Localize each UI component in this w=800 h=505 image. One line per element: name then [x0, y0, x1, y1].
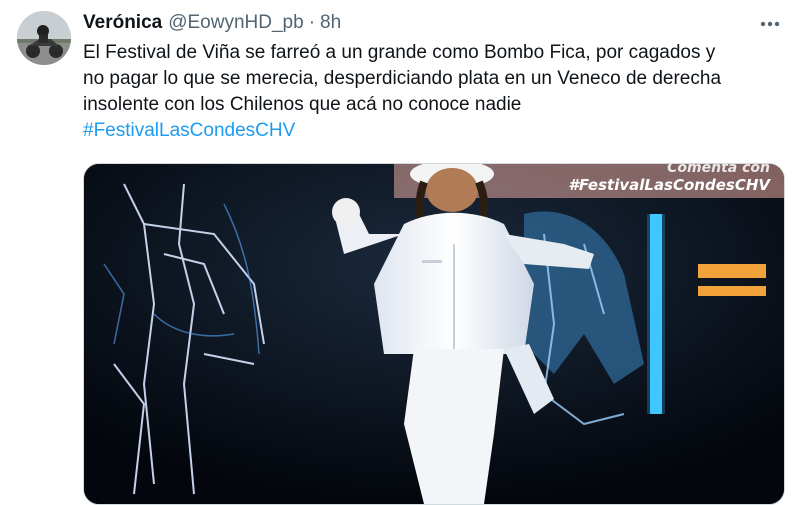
- video-overlay-hashtag: #FestivalLasCondesCHV: [568, 176, 770, 194]
- video-overlay-caption: Comenta con: [667, 163, 770, 176]
- tweet-text-line: El Festival de Viña se farreó a un grand…: [83, 42, 716, 63]
- avatar[interactable]: [17, 11, 71, 65]
- motorcycle-avatar-image: [17, 11, 71, 65]
- tweet-text: El Festival de Viña se farreó a un grand…: [83, 40, 783, 144]
- tweet-text-line: insolente con los Chilenos que acá no co…: [83, 94, 522, 115]
- author-handle[interactable]: @EowynHD_pb: [168, 12, 303, 34]
- more-options-button[interactable]: [758, 12, 782, 36]
- more-horizontal-icon: [760, 21, 780, 27]
- tweet-video[interactable]: Comenta con #FestivalLasCondesCHV: [83, 163, 785, 505]
- video-frame-image: [84, 164, 784, 504]
- tweet-header: Verónica @EowynHD_pb · 8h: [83, 10, 780, 36]
- hashtag-link[interactable]: #FestivalLasCondesCHV: [83, 118, 783, 144]
- tweet-text-line: no pagar lo que se merecia, desperdician…: [83, 68, 722, 89]
- tweet-timestamp[interactable]: 8h: [320, 12, 341, 34]
- separator-dot: ·: [308, 12, 316, 33]
- author-name[interactable]: Verónica: [83, 12, 162, 34]
